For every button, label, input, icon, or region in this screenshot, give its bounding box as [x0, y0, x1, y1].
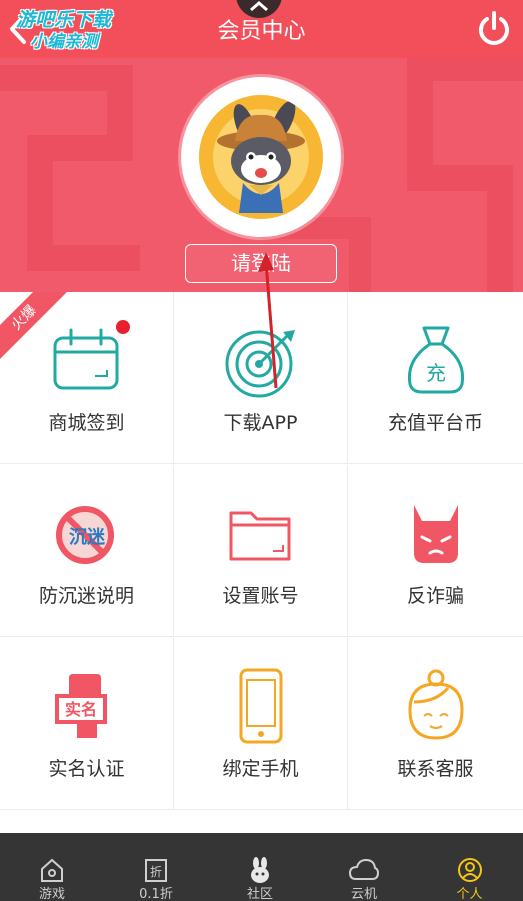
- grid-item-label: 下载APP: [223, 412, 298, 434]
- grid-item-account-settings[interactable]: 设置账号: [174, 465, 348, 637]
- rabbit-icon: [251, 857, 269, 883]
- grid-item-label: 防沉迷说明: [38, 585, 134, 607]
- discount-icon: 折: [145, 859, 167, 882]
- grid-item-real-name[interactable]: 实名 实名认证: [0, 638, 174, 810]
- nav-item-profile[interactable]: 个人: [416, 833, 523, 901]
- top-bar: 游吧乐下载 小编亲测 会员中心: [0, 0, 523, 58]
- grid-item-label: 设置账号: [222, 585, 299, 607]
- grid-item-anti-addiction[interactable]: 沉迷 防沉迷说明: [0, 465, 174, 637]
- user-icon: [457, 858, 482, 882]
- nav-item-cloud[interactable]: 云机: [312, 833, 416, 901]
- support-agent-icon: [407, 669, 464, 740]
- grid-item-label: 充值平台币: [387, 412, 483, 434]
- no-addiction-icon: 沉迷: [55, 506, 114, 564]
- grid-item-label: 实名认证: [48, 758, 125, 780]
- id-card-text: 实名: [64, 700, 96, 719]
- nav-item-community[interactable]: 社区: [208, 833, 312, 901]
- grid-item-customer-service[interactable]: 联系客服: [348, 638, 523, 810]
- nav-item-label: 社区: [246, 887, 273, 901]
- page-title: 会员中心: [217, 19, 306, 44]
- logout-button[interactable]: [476, 9, 512, 47]
- nav-item-label: 游戏: [38, 887, 65, 901]
- grid-item-label: 联系客服: [397, 758, 474, 780]
- profile-banner: 请登陆: [0, 58, 523, 292]
- notification-dot: [116, 320, 130, 334]
- devil-icon: [413, 505, 458, 563]
- avatar[interactable]: [181, 77, 341, 237]
- folder-icon: [229, 511, 290, 561]
- login-button[interactable]: 请登陆: [185, 244, 337, 283]
- no-addiction-text: 沉迷: [69, 527, 106, 548]
- grid-item-label: 绑定手机: [222, 758, 299, 780]
- discount-icon-text: 折: [150, 864, 162, 879]
- rabbit-cowboy-avatar-icon: [199, 95, 323, 219]
- bottom-navigation: 游戏 折 0.1折 社区 云机 个人: [0, 833, 523, 901]
- feature-grid: 火爆 商城签到 下载APP 充 充值平台币 沉迷 防沉迷说明 设置账号 反诈骗 …: [0, 292, 523, 810]
- nav-item-discount[interactable]: 折 0.1折: [104, 833, 208, 901]
- grid-item-bind-phone[interactable]: 绑定手机: [174, 638, 348, 810]
- nav-item-label: 云机: [350, 887, 377, 901]
- grid-item-anti-fraud[interactable]: 反诈骗: [348, 465, 523, 637]
- grid-item-checkin[interactable]: 火爆 商城签到: [0, 292, 174, 464]
- nav-item-games[interactable]: 游戏: [0, 833, 104, 901]
- money-bag-icon: 充: [407, 326, 464, 394]
- grid-item-download-app[interactable]: 下载APP: [174, 292, 348, 464]
- nav-item-label: 个人: [456, 887, 483, 901]
- power-icon: [479, 11, 509, 45]
- home-icon: [41, 858, 63, 882]
- cloud-icon: [349, 858, 379, 880]
- grid-item-recharge[interactable]: 充 充值平台币: [348, 292, 523, 464]
- calendar-icon: [53, 328, 118, 390]
- money-bag-text: 充: [426, 361, 446, 385]
- nav-item-label: 0.1折: [139, 887, 173, 901]
- grid-item-label: 反诈骗: [406, 585, 464, 607]
- grid-item-label: 商城签到: [48, 412, 125, 434]
- phone-icon: [239, 668, 282, 744]
- id-card-icon: 实名: [54, 674, 107, 738]
- target-icon: [225, 330, 295, 398]
